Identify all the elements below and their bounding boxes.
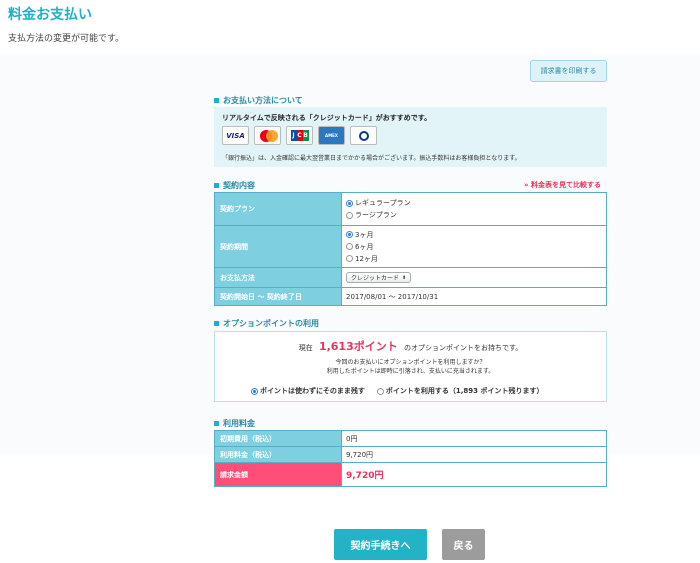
page-description: 支払方法の変更が可能です。 xyxy=(8,34,125,44)
method-row: お支払方法 クレジットカード ⬍ xyxy=(214,267,607,288)
contract-table: 契約プラン レギュラープラン ラージプラン 契約期間 3ヶ月 6ヶ月 12ヶ月 … xyxy=(214,192,607,306)
point-amount: 1,613ポイント xyxy=(318,340,398,353)
fee-row-total: 請求金額 9,720円 xyxy=(214,462,607,487)
radio-selected-icon[interactable] xyxy=(251,387,258,395)
bank-transfer-note: 「銀行振込」は、入金確認に最大翌営業日までかかる場合がございます。振込手数料はお… xyxy=(222,155,521,162)
credit-card-recommendation: リアルタイムで反映される「クレジットカード」がおすすめです。 xyxy=(222,114,432,122)
section-marker-icon xyxy=(214,421,219,426)
radio-icon[interactable] xyxy=(346,243,353,250)
method-cell: クレジットカード ⬍ xyxy=(341,267,607,288)
fee-value: 0円 xyxy=(341,430,607,447)
page-title: 料金お支払い xyxy=(8,7,92,23)
option-point-heading: オプションポイントの利用 xyxy=(214,318,319,329)
point-prefix: 現在 xyxy=(298,344,313,352)
point-options: ポイントは使わずにそのまま残す ポイントを利用する（1,893 ポイント残ります… xyxy=(251,386,543,396)
radio-icon[interactable] xyxy=(346,255,353,262)
option-point-heading-text: オプションポイントの利用 xyxy=(223,319,319,328)
fee-row-usage: 利用料金（税込） 9,720円 xyxy=(214,446,607,463)
fee-label: 初期費用（税込） xyxy=(214,430,342,447)
point-balance: 現在 1,613ポイント のオプションポイントをお持ちです。 xyxy=(215,338,606,354)
option-point-box: 現在 1,613ポイント のオプションポイントをお持ちです。 今回のお支払いにオ… xyxy=(214,331,607,402)
print-invoice-button[interactable]: 請求書を印刷する xyxy=(530,60,607,82)
section-marker-icon xyxy=(214,321,219,326)
point-option-keep[interactable]: ポイントは使わずにそのまま残す xyxy=(251,386,365,396)
period-option-3[interactable]: 3ヶ月 xyxy=(346,229,606,241)
period-option-6[interactable]: 6ヶ月 xyxy=(346,241,606,253)
point-suffix: のオプションポイントをお持ちです。 xyxy=(403,344,523,352)
back-button[interactable]: 戻る xyxy=(442,529,485,560)
period-row: 契約期間 3ヶ月 6ヶ月 12ヶ月 xyxy=(214,225,607,268)
fee-value: 9,720円 xyxy=(341,446,607,463)
plan-option-label: レギュラープラン xyxy=(355,199,411,207)
card-brand-list: VISA JCB AMEX xyxy=(222,126,377,145)
payment-method-heading: お支払い方法について xyxy=(214,95,303,106)
contract-heading-text: 契約内容 xyxy=(223,181,255,190)
point-question-line2: 利用したポイントは即時に引落され、支払いに充当されます。 xyxy=(326,368,495,375)
proceed-contract-button[interactable]: 契約手続きへ xyxy=(334,529,427,560)
fee-table: 初期費用（税込） 0円 利用料金（税込） 9,720円 請求金額 9,720円 xyxy=(214,430,607,487)
radio-selected-icon[interactable] xyxy=(346,231,353,238)
section-marker-icon xyxy=(214,183,219,188)
dates-value: 2017/08/01 〜 2017/10/31 xyxy=(341,287,607,306)
fee-heading-text: 利用料金 xyxy=(223,419,255,428)
point-option-keep-label: ポイントは使わずにそのまま残す xyxy=(260,387,365,395)
period-option-label: 3ヶ月 xyxy=(355,230,374,239)
period-option-12[interactable]: 12ヶ月 xyxy=(346,253,606,265)
plan-label: 契約プラン xyxy=(214,192,342,226)
point-option-use-label: ポイントを利用する（1,893 ポイント残ります） xyxy=(385,387,544,395)
period-options: 3ヶ月 6ヶ月 12ヶ月 xyxy=(341,225,607,268)
method-label: お支払方法 xyxy=(214,267,342,288)
radio-icon[interactable] xyxy=(346,211,353,219)
amex-icon: AMEX xyxy=(318,126,345,145)
payment-method-heading-text: お支払い方法について xyxy=(223,96,303,105)
payment-method-select[interactable]: クレジットカード ⬍ xyxy=(346,272,412,283)
fee-row-initial: 初期費用（税込） 0円 xyxy=(214,430,607,447)
mastercard-icon xyxy=(254,126,281,145)
fee-heading: 利用料金 xyxy=(214,418,255,429)
period-option-label: 6ヶ月 xyxy=(355,242,374,251)
plan-row: 契約プラン レギュラープラン ラージプラン xyxy=(214,192,607,226)
jcb-icon: JCB xyxy=(286,126,313,145)
visa-icon: VISA xyxy=(222,126,249,145)
point-question: 今回のお支払いにオプションポイントを利用しますか？ 利用したポイントは即時に引落… xyxy=(215,358,606,376)
total-value: 9,720円 xyxy=(341,462,607,487)
contract-heading: 契約内容 xyxy=(214,180,255,191)
plan-option-regular[interactable]: レギュラープラン xyxy=(346,197,606,209)
section-marker-icon xyxy=(214,98,219,103)
radio-selected-icon[interactable] xyxy=(346,199,353,207)
plan-option-large[interactable]: ラージプラン xyxy=(346,209,606,221)
plan-option-label: ラージプラン xyxy=(355,211,397,219)
diners-club-icon xyxy=(350,126,377,145)
payment-info-box: リアルタイムで反映される「クレジットカード」がおすすめです。 VISA JCB … xyxy=(214,107,607,167)
total-label: 請求金額 xyxy=(214,462,342,487)
radio-icon[interactable] xyxy=(376,387,384,395)
payment-method-value: クレジットカード xyxy=(351,275,400,282)
dates-label: 契約開始日 〜 契約終了日 xyxy=(214,287,342,306)
point-question-line1: 今回のお支払いにオプションポイントを利用しますか？ xyxy=(335,359,486,366)
period-option-label: 12ヶ月 xyxy=(355,254,378,263)
point-option-use[interactable]: ポイントを利用する（1,893 ポイント残ります） xyxy=(376,386,544,396)
plan-options: レギュラープラン ラージプラン xyxy=(341,192,607,226)
period-label: 契約期間 xyxy=(214,225,342,268)
select-arrows-icon: ⬍ xyxy=(402,274,407,281)
fee-label: 利用料金（税込） xyxy=(214,446,342,463)
compare-pricing-link[interactable]: » 料金表を見て比較する xyxy=(524,180,601,190)
dates-row: 契約開始日 〜 契約終了日 2017/08/01 〜 2017/10/31 xyxy=(214,287,607,306)
